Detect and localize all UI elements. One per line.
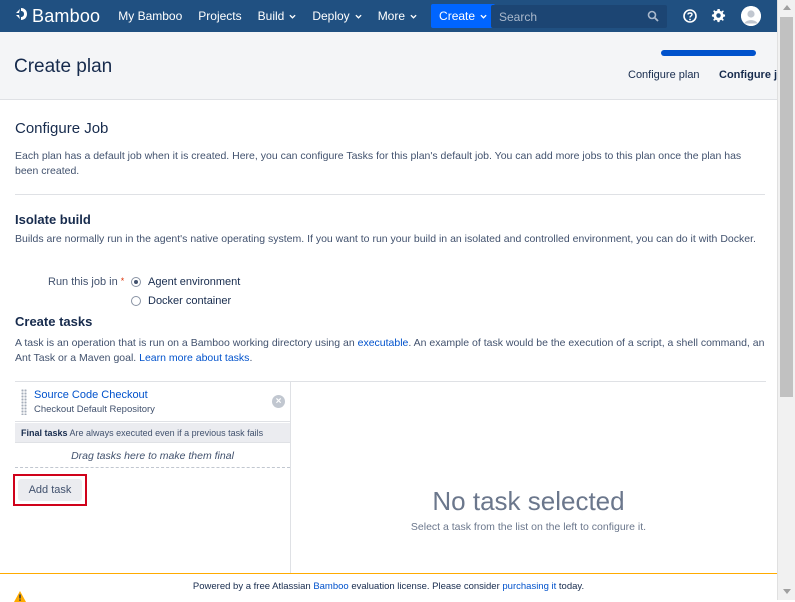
page-header: Create plan Configure plan Configure job [0, 32, 777, 100]
create-tasks-description: A task is an operation that is run on a … [15, 336, 765, 366]
executable-link[interactable]: executable [358, 337, 409, 349]
chevron-down-icon [480, 14, 487, 19]
nav-more-label: More [377, 9, 406, 23]
scrollbar-thumb[interactable] [780, 17, 793, 397]
chevron-down-icon [289, 14, 296, 19]
tasks-editor: Source Code Checkout Checkout Default Re… [13, 381, 766, 575]
gear-icon[interactable] [711, 8, 726, 23]
final-tasks-bar: Final tasks Are always executed even if … [15, 423, 290, 443]
final-tasks-description: Are always executed even if a previous t… [69, 428, 264, 438]
drag-handle-icon[interactable] [21, 389, 27, 415]
search-input[interactable]: Search [491, 5, 667, 28]
run-job-in-label-text: Run this job in [48, 276, 118, 288]
help-icon[interactable] [683, 9, 697, 23]
task-name[interactable]: Source Code Checkout [34, 389, 148, 401]
create-button-label: Create [439, 9, 476, 23]
divider [15, 194, 765, 195]
configure-job-heading: Configure Job [15, 120, 109, 137]
radio-agent-environment[interactable]: Agent environment [131, 276, 240, 288]
create-button[interactable]: Create [431, 4, 496, 28]
bamboo-logo-icon [14, 6, 28, 27]
footer-text: evaluation license. Please consider [348, 581, 503, 592]
user-icon [741, 6, 761, 26]
footer-text: today. [556, 581, 585, 592]
nav-deploy-label: Deploy [312, 9, 350, 23]
isolate-build-description: Builds are normally run in the agent's n… [15, 233, 756, 245]
configure-job-description: Each plan has a default job when it is c… [15, 150, 742, 177]
page-title: Create plan [14, 56, 113, 77]
nav-my-bamboo[interactable]: My Bamboo [118, 9, 182, 23]
scroll-down-icon[interactable] [783, 589, 791, 594]
radio-agent-environment-label: Agent environment [148, 276, 241, 288]
list-item[interactable]: Source Code Checkout Checkout Default Re… [15, 382, 290, 422]
wizard-progress-bar [661, 50, 756, 56]
create-tasks-desc-part: . [249, 352, 253, 364]
task-description: Checkout Default Repository [34, 404, 155, 415]
main-content: Configure Job Each plan has a default jo… [0, 100, 777, 575]
run-job-in-label: Run this job in * [48, 276, 124, 288]
license-footer: Powered by a free Atlassian Bamboo evalu… [0, 573, 777, 602]
nav-more[interactable]: More [378, 9, 417, 23]
chevron-down-icon [410, 14, 417, 19]
bamboo-link[interactable]: Bamboo [313, 581, 348, 592]
nav-projects-label: Projects [198, 9, 242, 23]
create-tasks-heading: Create tasks [15, 314, 93, 329]
radio-docker-container[interactable]: Docker container [131, 295, 231, 307]
radio-button-selected[interactable] [131, 277, 141, 287]
step-configure-plan: Configure plan [628, 69, 700, 81]
bamboo-logo[interactable]: Bamboo [14, 6, 100, 27]
footer-text: Powered by a free Atlassian [192, 581, 314, 592]
task-list: Source Code Checkout Checkout Default Re… [13, 382, 291, 575]
nav-build-label: Build [257, 9, 285, 23]
nav-my-bamboo-label: My Bamboo [118, 9, 183, 23]
avatar[interactable] [741, 6, 761, 26]
add-task-highlight: Add task [13, 474, 87, 506]
learn-more-tasks-link[interactable]: Learn more about tasks [139, 352, 249, 364]
remove-task-icon[interactable]: × [272, 395, 285, 408]
add-task-button[interactable]: Add task [18, 479, 82, 501]
radio-docker-container-label: Docker container [148, 295, 232, 307]
nav-projects[interactable]: Projects [198, 9, 241, 23]
create-tasks-desc-part: A task is an operation that is run on a … [15, 337, 358, 349]
final-tasks-label: Final tasks [21, 428, 68, 438]
no-task-selected-subtitle: Select a task from the list on the left … [410, 521, 647, 533]
search-placeholder: Search [499, 9, 538, 24]
warning-icon [14, 591, 26, 602]
nav-deploy[interactable]: Deploy [312, 9, 362, 23]
logo-text: Bamboo [32, 5, 101, 26]
chevron-down-icon [355, 14, 362, 19]
radio-button[interactable] [131, 296, 141, 306]
step-configure-job: Configure job [719, 69, 777, 81]
scroll-up-icon[interactable] [783, 5, 791, 10]
search-icon [647, 10, 659, 22]
required-mark: * [120, 276, 125, 286]
final-tasks-drop-zone[interactable]: Drag tasks here to make them final [15, 444, 290, 468]
vertical-scrollbar[interactable] [777, 0, 795, 600]
purchasing-link[interactable]: purchasing it [502, 581, 556, 592]
isolate-build-heading: Isolate build [15, 212, 91, 227]
nav-build[interactable]: Build [258, 9, 297, 23]
top-navigation: Bamboo My Bamboo Projects Build Deploy M… [0, 0, 795, 32]
no-task-selected-title: No task selected [432, 486, 625, 516]
